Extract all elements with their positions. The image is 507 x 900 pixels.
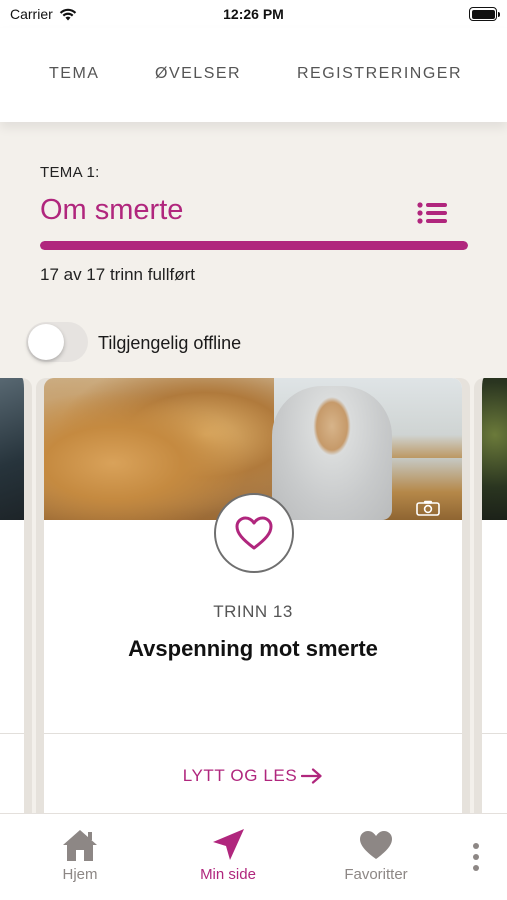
next-card-image <box>482 378 507 520</box>
listen-and-read-label: LYTT OG LES <box>182 766 298 785</box>
more-options-icon[interactable] <box>466 840 486 876</box>
nav-item-min-side[interactable]: Min side <box>168 828 288 883</box>
offline-toggle[interactable] <box>26 322 88 362</box>
step-card[interactable]: TRINN 13 Avspenning mot smerte LYTT OG L… <box>36 378 470 818</box>
progress-text: 17 av 17 trinn fullført <box>40 265 195 284</box>
status-time: 12:26 PM <box>223 6 284 22</box>
theme-title: Om smerte <box>40 194 184 226</box>
step-title: Avspenning mot smerte <box>128 636 378 661</box>
arrow-right-icon <box>301 768 322 784</box>
home-icon <box>63 830 97 861</box>
offline-toggle-label: Tilgjengelig offline <box>98 333 242 353</box>
nav-label-min-side: Min side <box>200 866 256 883</box>
battery-icon <box>469 7 500 21</box>
tab-ovelser[interactable]: ØVELSER <box>155 65 241 83</box>
tab-registreringer[interactable]: REGISTRERINGER <box>297 65 462 83</box>
previous-step-card[interactable] <box>0 378 32 818</box>
theme-progress-fill <box>40 241 468 250</box>
nav-label-hjem: Hjem <box>62 866 98 883</box>
status-bar: Carrier 12:26 PM <box>0 0 507 28</box>
theme-label: TEMA 1: <box>40 164 100 181</box>
toggle-knob <box>28 324 64 360</box>
next-step-card[interactable] <box>474 378 507 818</box>
step-number-label: TRINN 13 <box>213 602 293 621</box>
nav-item-hjem[interactable]: Hjem <box>20 828 140 883</box>
nav-item-favoritter[interactable]: Favoritter <box>316 828 436 883</box>
tab-tema[interactable]: TEMA <box>49 65 99 83</box>
top-tab-bar: TEMA ØVELSER REGISTRERINGER <box>0 28 507 122</box>
list-icon[interactable] <box>416 200 448 226</box>
heart-outline-icon <box>235 516 273 550</box>
theme-progress-bar <box>40 241 468 250</box>
heart-icon <box>360 831 392 859</box>
listen-and-read-link[interactable]: LYTT OG LES <box>44 766 462 786</box>
bottom-navigation: Hjem Min side Favoritter <box>0 813 507 900</box>
previous-card-image <box>0 378 24 520</box>
favorite-button[interactable] <box>214 493 294 573</box>
navigation-arrow-icon <box>213 829 244 860</box>
nav-label-favoritter: Favoritter <box>344 866 408 883</box>
camera-icon <box>416 500 440 516</box>
card-divider <box>44 733 462 734</box>
